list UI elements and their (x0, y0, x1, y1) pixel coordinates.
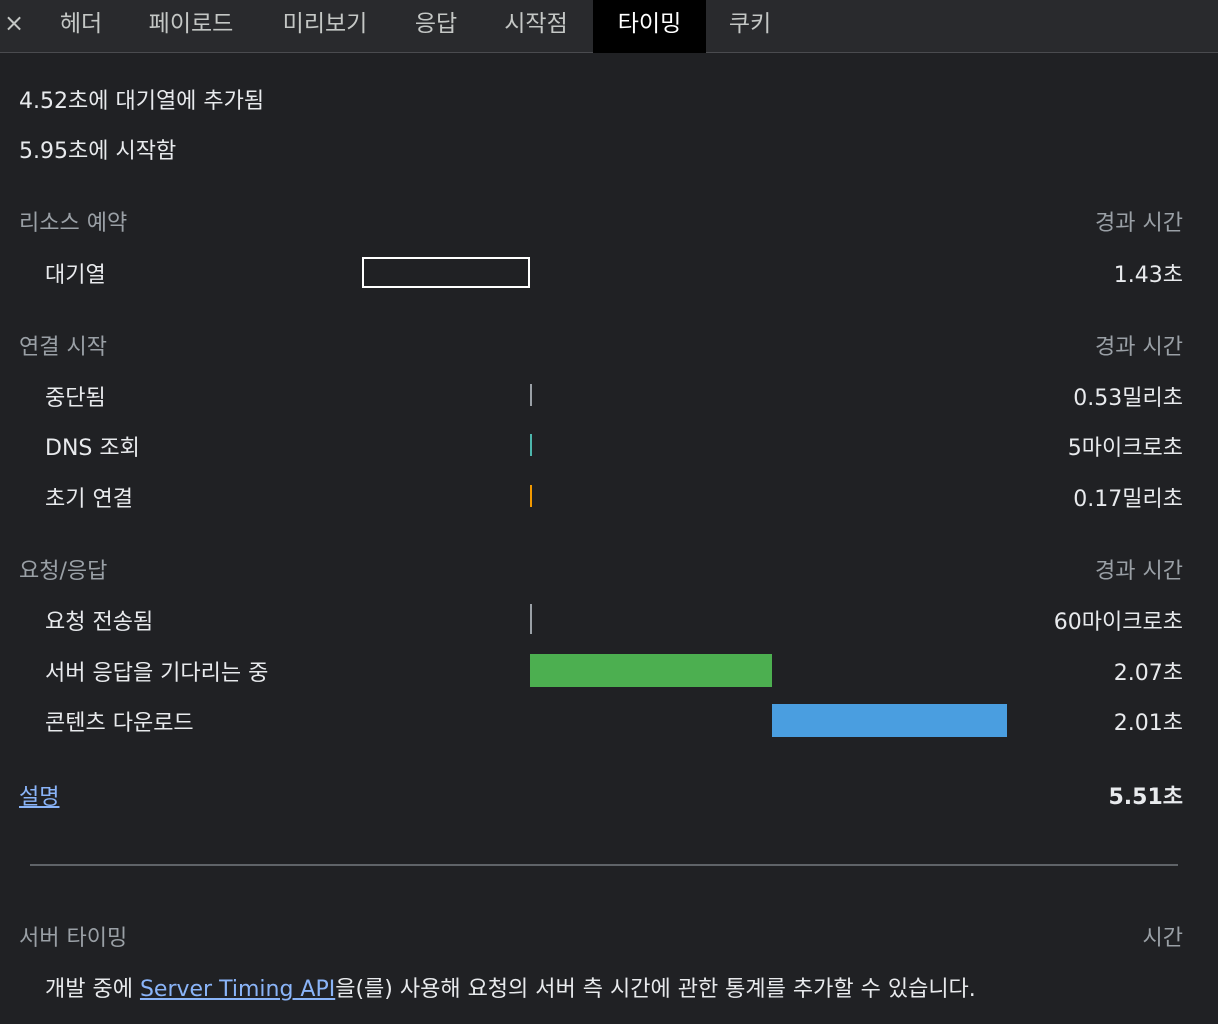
initial-connection-bar (530, 485, 532, 507)
row-label-stalled: 중단됨 (45, 386, 106, 411)
stalled-bar (530, 384, 532, 406)
row-value-stalled: 0.53밀리초 (1073, 386, 1183, 411)
tab-preview[interactable]: 미리보기 (266, 0, 384, 53)
server-timing-text-after: 을(를) 사용해 요청의 서버 측 시간에 관한 통계를 추가할 수 있습니다. (335, 977, 976, 1002)
explanation-link[interactable]: 설명 (19, 779, 59, 811)
tab-cookies[interactable]: 쿠키 (714, 0, 786, 53)
row-value-content-download: 2.01초 (1113, 711, 1183, 736)
duration-header: 경과 시간 (1095, 211, 1183, 236)
section-title-server-timing: 서버 타이밍 (19, 926, 128, 951)
duration-header: 경과 시간 (1095, 335, 1183, 360)
queued-at-text: 4.52초에 대기열에 추가됨 (19, 89, 265, 114)
tab-bar: × 헤더 페이로드 미리보기 응답 시작점 타이밍 쿠키 (0, 0, 1218, 53)
tab-timing[interactable]: 타이밍 (593, 0, 706, 53)
row-label-content-download: 콘텐츠 다운로드 (45, 711, 194, 736)
row-label-request-sent: 요청 전송됨 (45, 610, 154, 635)
download-bar (772, 704, 1007, 737)
started-at-text: 5.95초에 시작함 (19, 139, 177, 164)
tab-payload[interactable]: 페이로드 (132, 0, 250, 53)
row-label-waiting: 서버 응답을 기다리는 중 (45, 661, 269, 686)
server-timing-description: 개발 중에 Server Timing API을(를) 사용해 요청의 서버 측… (45, 971, 976, 1003)
section-title-connection-start: 연결 시작 (19, 335, 107, 360)
row-label-queueing: 대기열 (45, 263, 106, 288)
server-timing-text-before: 개발 중에 (45, 977, 140, 1002)
tab-headers[interactable]: 헤더 (46, 0, 116, 53)
waiting-bar (530, 654, 772, 687)
tab-response[interactable]: 응답 (400, 0, 472, 53)
time-header: 시간 (1142, 926, 1183, 951)
server-timing-api-link[interactable]: Server Timing API (140, 977, 335, 1002)
close-icon[interactable]: × (3, 8, 25, 38)
total-duration: 5.51초 (1108, 785, 1183, 810)
duration-header: 경과 시간 (1095, 559, 1183, 584)
section-title-resource-scheduling: 리소스 예약 (19, 211, 128, 236)
dns-bar (530, 434, 532, 456)
row-label-initial-connection: 초기 연결 (45, 487, 133, 512)
row-value-dns-lookup: 5마이크로초 (1067, 436, 1183, 461)
section-title-request-response: 요청/응답 (19, 559, 108, 584)
row-value-request-sent: 60마이크로초 (1053, 610, 1183, 635)
row-value-initial-connection: 0.17밀리초 (1073, 487, 1183, 512)
row-value-waiting: 2.07초 (1113, 661, 1183, 686)
row-value-queueing: 1.43초 (1113, 263, 1183, 288)
tab-initiator[interactable]: 시작점 (488, 0, 584, 53)
row-label-dns-lookup: DNS 조회 (45, 436, 140, 461)
queueing-bar (362, 257, 530, 288)
divider (30, 864, 1178, 866)
request-sent-bar (530, 604, 532, 634)
